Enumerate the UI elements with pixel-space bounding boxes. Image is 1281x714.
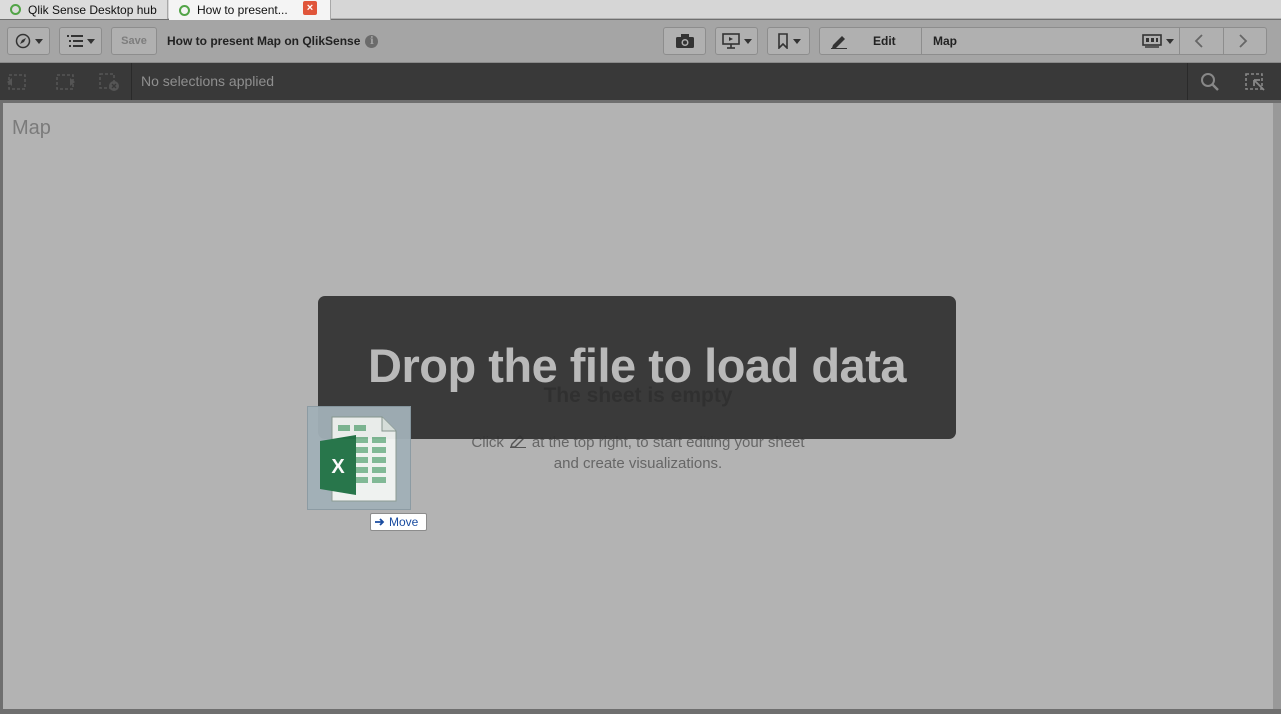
sheet-title: Map (12, 117, 51, 139)
sheet-list-button[interactable] (59, 27, 102, 55)
divider (1223, 28, 1224, 54)
sheet-view-button[interactable] (1142, 28, 1174, 54)
info-icon[interactable]: i (365, 34, 379, 48)
edit-button[interactable]: Edit (830, 28, 896, 54)
list-icon (66, 35, 83, 47)
divider (1179, 28, 1180, 54)
previous-sheet-button[interactable] (1194, 28, 1204, 54)
selections-tool-icon[interactable] (1244, 72, 1266, 92)
bookmark-icon (777, 33, 788, 49)
selections-status: No selections applied (141, 73, 275, 89)
compass-icon (15, 33, 30, 49)
app-title: How to present Map on QlikSense i (167, 34, 379, 48)
tab-hub[interactable]: Qlik Sense Desktop hub (0, 0, 168, 19)
edit-sheet-group: Edit Map (819, 27, 1267, 55)
divider (1187, 63, 1188, 100)
dragged-file-ghost[interactable]: X (307, 406, 411, 510)
tab-app-label: How to present... (197, 3, 288, 17)
arrow-right-icon (375, 518, 385, 526)
tab-hub-label: Qlik Sense Desktop hub (28, 2, 157, 17)
snapshot-button[interactable] (663, 27, 706, 55)
tab-app[interactable]: How to present... × (169, 0, 331, 20)
qlik-logo-icon (10, 4, 21, 15)
pencil-icon (831, 36, 847, 49)
clear-selections-icon[interactable] (98, 72, 120, 92)
navigation-button[interactable] (7, 27, 50, 55)
close-tab-icon[interactable]: × (303, 1, 317, 15)
chevron-down-icon (792, 38, 801, 44)
qlik-logo-icon (179, 4, 190, 16)
drop-zone-overlay[interactable]: Drop the file to load data (318, 296, 956, 439)
move-label: Move (389, 515, 419, 529)
next-sheet-button[interactable] (1238, 28, 1248, 54)
excel-file-icon: X (320, 416, 397, 502)
app-title-text: How to present Map on QlikSense (167, 34, 361, 48)
chevron-left-icon (1194, 34, 1203, 48)
drag-move-tooltip: Move (370, 513, 427, 531)
divider (131, 63, 132, 100)
bookmarks-button[interactable] (767, 27, 810, 55)
present-button[interactable] (715, 27, 758, 55)
save-button[interactable]: Save (111, 27, 157, 55)
chevron-down-icon (743, 38, 752, 44)
drop-message: Drop the file to load data (368, 339, 906, 392)
scrollbar[interactable] (1273, 103, 1281, 709)
step-forward-icon[interactable] (54, 72, 76, 92)
selections-bar: No selections applied (0, 63, 1281, 100)
presentation-icon (721, 33, 740, 49)
sheet-grid-icon (1142, 34, 1162, 48)
chevron-down-icon (34, 38, 43, 44)
camera-icon (675, 34, 694, 48)
search-icon[interactable] (1199, 72, 1221, 92)
qlik-sense-window: Qlik Sense Desktop hub How to present...… (0, 0, 1281, 714)
excel-letter: X (331, 456, 345, 478)
toolbar: Save How to present Map on QlikSense i E… (0, 20, 1281, 63)
chevron-right-icon (1239, 34, 1248, 48)
edit-label: Edit (873, 34, 896, 48)
current-sheet-name: Map (933, 34, 957, 48)
tab-strip: Qlik Sense Desktop hub How to present...… (0, 0, 1281, 20)
chevron-down-icon (1166, 38, 1174, 44)
step-back-icon[interactable] (6, 72, 28, 92)
hint-line-2: and create visualizations. (553, 455, 723, 472)
divider (921, 28, 922, 54)
chevron-down-icon (86, 38, 95, 44)
